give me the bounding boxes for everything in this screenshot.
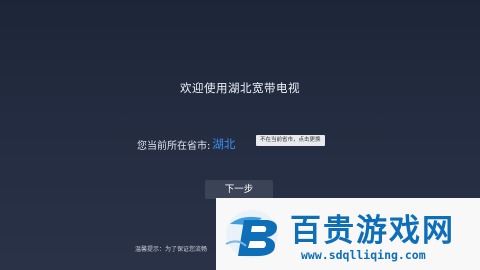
watermark-url: www.sdqlliqing.com bbox=[301, 248, 426, 262]
change-province-button[interactable]: 不在当前省市，点击更换 bbox=[256, 135, 325, 146]
watermark-overlay: 百贵游戏网 www.sdqlliqing.com bbox=[216, 198, 480, 270]
watermark-title: 百贵游戏网 bbox=[290, 213, 455, 249]
watermark-logo-icon bbox=[225, 210, 278, 258]
footer-note: 温馨提示：为了保证您流畅 bbox=[135, 246, 208, 253]
welcome-title: 欢迎使用湖北宽带电视 bbox=[180, 81, 300, 95]
province-value[interactable]: 湖北 bbox=[212, 136, 235, 152]
province-label: 您当前所在省市: bbox=[137, 140, 211, 152]
province-row: 您当前所在省市: 湖北 bbox=[137, 135, 235, 153]
next-button[interactable]: 下一步 bbox=[205, 180, 273, 199]
